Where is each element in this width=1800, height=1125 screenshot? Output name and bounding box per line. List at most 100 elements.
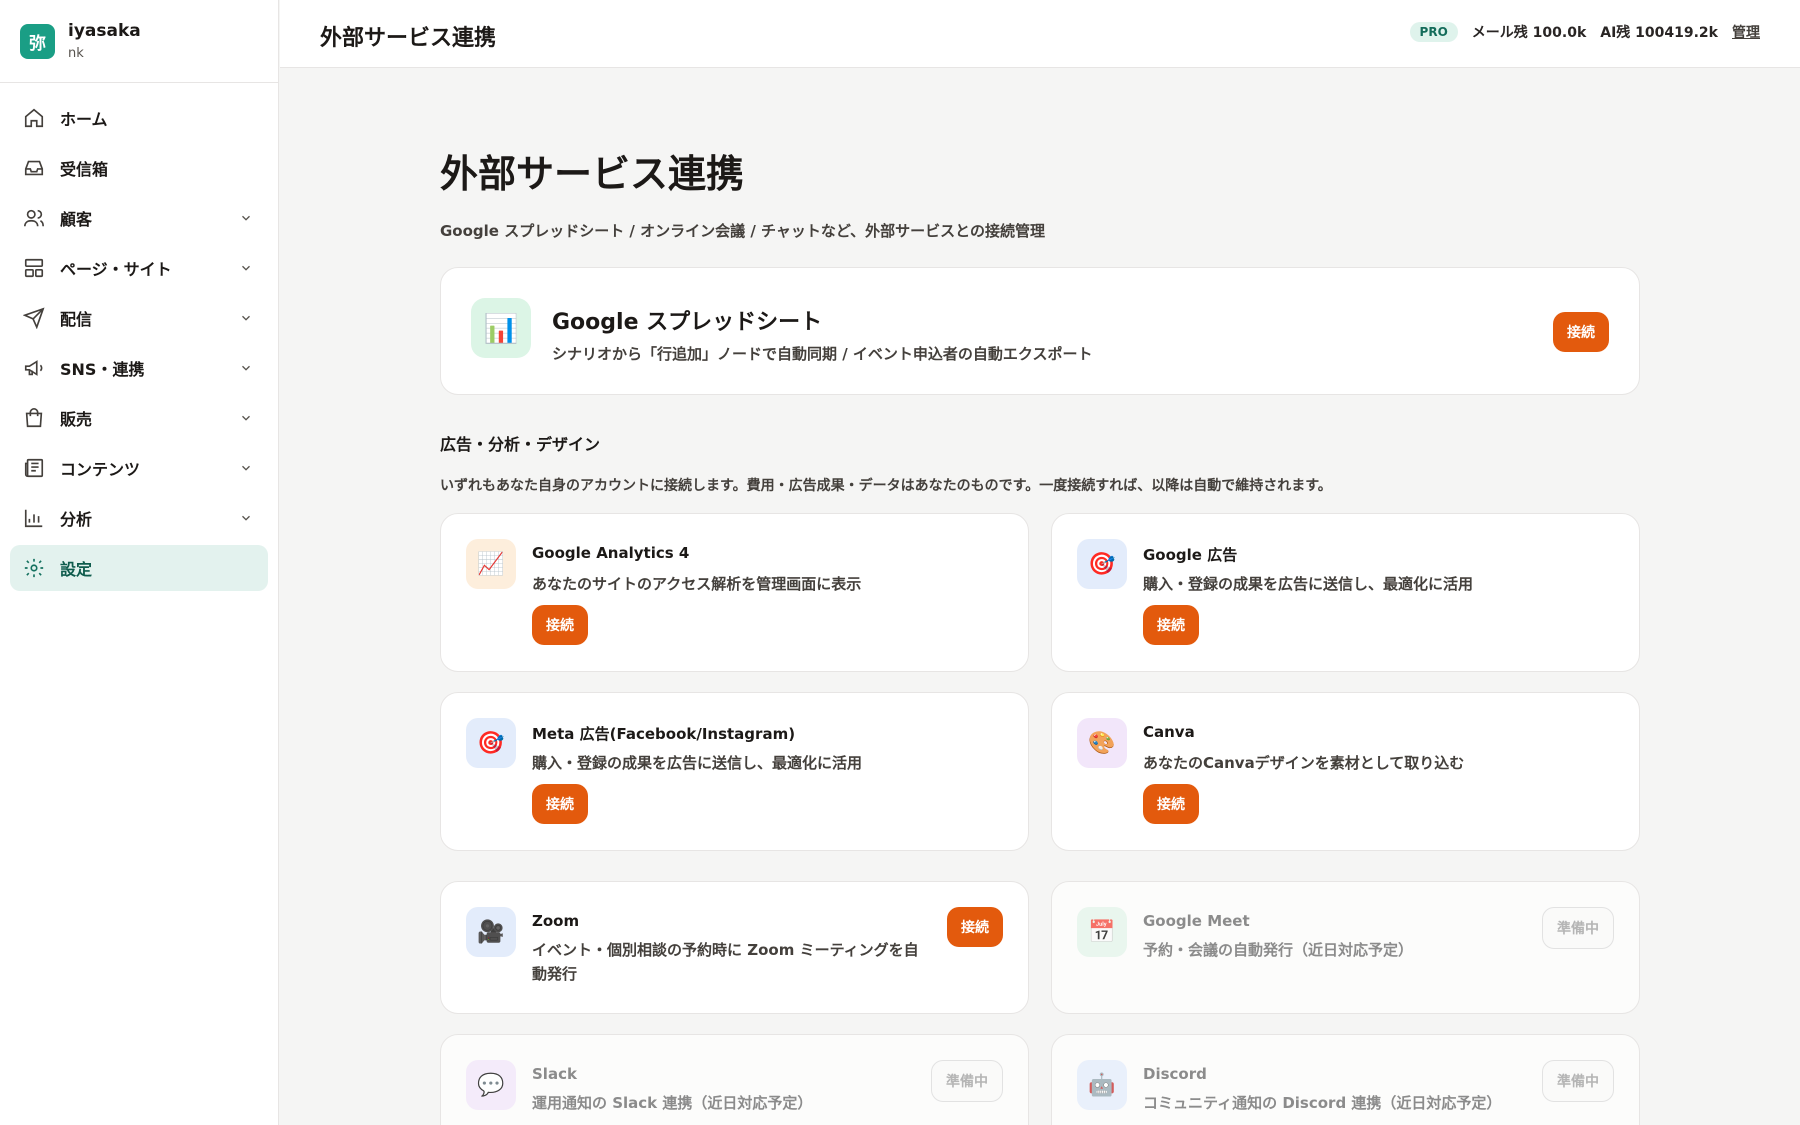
chevron-down-icon[interactable] bbox=[236, 458, 256, 478]
card-title: Google Meet bbox=[1143, 912, 1250, 930]
sidebar-item-customers[interactable]: 顧客 bbox=[10, 195, 268, 241]
service-card-discord: 🤖 Discord コミュニティ通知の Discord 連携（近日対応予定） 準… bbox=[1051, 1034, 1640, 1125]
sidebar-item-pages[interactable]: ページ・サイト bbox=[10, 245, 268, 291]
card-description: コミュニティ通知の Discord 連携（近日対応予定） bbox=[1143, 1094, 1502, 1112]
card-title: Google スプレッドシート bbox=[552, 310, 823, 335]
connect-button[interactable]: 接続 bbox=[532, 605, 588, 645]
card-description: あなたのCanvaデザインを素材として取り込む bbox=[1143, 754, 1465, 772]
users-icon bbox=[23, 207, 45, 229]
page-description: Google スプレッドシート / オンライン会議 / チャットなど、外部サービ… bbox=[440, 222, 1045, 240]
spreadsheet-icon: 📊 bbox=[471, 298, 531, 358]
workspace-name: iyasaka bbox=[68, 20, 141, 41]
service-card-slack: 💬 Slack 運用通知の Slack 連携（近日対応予定） 準備中 bbox=[440, 1034, 1029, 1125]
card-title: Google 広告 bbox=[1143, 546, 1238, 564]
card-description: シナリオから「行追加」ノードで自動同期 / イベント申込者の自動エクスポート bbox=[552, 345, 1093, 363]
card-title: Meta 広告(Facebook/Instagram) bbox=[532, 725, 796, 743]
service-card-ga4: 📈 Google Analytics 4 あなたのサイトのアクセス解析を管理画面… bbox=[440, 513, 1029, 672]
plan-badge: PRO bbox=[1409, 22, 1458, 42]
top-bar: 外部サービス連携 PRO メール残 100.0k AI残 100419.2k 管… bbox=[280, 0, 1800, 68]
service-card-zoom: 🎥 Zoom イベント・個別相談の予約時に Zoom ミーティングを自動発行 接… bbox=[440, 881, 1029, 1014]
connect-button[interactable]: 接続 bbox=[1553, 312, 1609, 352]
card-title: Google Analytics 4 bbox=[532, 544, 690, 562]
sidebar-item-label: 顧客 bbox=[60, 210, 93, 229]
chevron-down-icon[interactable] bbox=[236, 308, 256, 328]
video-camera-icon: 🎥 bbox=[466, 907, 516, 957]
megaphone-icon bbox=[23, 357, 45, 379]
ai-remaining: AI残 100419.2k bbox=[1600, 25, 1718, 41]
target-icon: 🎯 bbox=[1077, 539, 1127, 589]
sidebar-item-label: 配信 bbox=[60, 310, 93, 329]
sidebar-item-contents[interactable]: コンテンツ bbox=[10, 445, 268, 491]
sidebar-item-label: 設定 bbox=[60, 560, 93, 579]
sidebar-item-label: SNS・連携 bbox=[60, 360, 145, 379]
chevron-down-icon[interactable] bbox=[236, 408, 256, 428]
card-description: イベント・個別相談の予約時に Zoom ミーティングを自動発行 bbox=[532, 941, 919, 983]
sidebar-item-home[interactable]: ホーム bbox=[10, 95, 268, 141]
page-title: 外部サービス連携 bbox=[440, 152, 745, 196]
chevron-down-icon[interactable] bbox=[236, 508, 256, 528]
sidebar-item-label: 受信箱 bbox=[60, 160, 109, 179]
sidebar-item-label: 販売 bbox=[60, 410, 93, 429]
sidebar-item-delivery[interactable]: 配信 bbox=[10, 295, 268, 341]
card-description: 運用通知の Slack 連携（近日対応予定） bbox=[532, 1094, 813, 1112]
service-card-meta-ads: 🎯 Meta 広告(Facebook/Instagram) 購入・登録の成果を広… bbox=[440, 692, 1029, 851]
gear-icon bbox=[23, 557, 45, 579]
robot-icon: 🤖 bbox=[1077, 1060, 1127, 1110]
card-description: 購入・登録の成果を広告に送信し、最適化に活用 bbox=[532, 754, 863, 772]
card-title: Canva bbox=[1143, 723, 1195, 741]
chevron-down-icon[interactable] bbox=[236, 258, 256, 278]
main-content: 外部サービス連携 Google スプレッドシート / オンライン会議 / チャッ… bbox=[440, 68, 1640, 1125]
palette-icon: 🎨 bbox=[1077, 718, 1127, 768]
home-icon bbox=[23, 107, 45, 129]
service-card-google-meet: 📅 Google Meet 予約・会議の自動発行（近日対応予定） 準備中 bbox=[1051, 881, 1640, 1014]
connect-button[interactable]: 接続 bbox=[532, 784, 588, 824]
chart-trend-icon: 📈 bbox=[466, 539, 516, 589]
newspaper-icon bbox=[23, 457, 45, 479]
chevron-down-icon[interactable] bbox=[236, 358, 256, 378]
card-description: 予約・会議の自動発行（近日対応予定） bbox=[1143, 941, 1414, 959]
other-service-grid: 🎥 Zoom イベント・個別相談の予約時に Zoom ミーティングを自動発行 接… bbox=[440, 881, 1640, 1125]
service-card-google-ads: 🎯 Google 広告 購入・登録の成果を広告に送信し、最適化に活用 接続 bbox=[1051, 513, 1640, 672]
header-title: 外部サービス連携 bbox=[320, 26, 497, 51]
connect-button[interactable]: 接続 bbox=[1143, 605, 1199, 645]
mail-remaining: メール残 100.0k bbox=[1471, 25, 1587, 41]
connect-button[interactable]: 接続 bbox=[947, 907, 1003, 947]
chevron-down-icon[interactable] bbox=[236, 208, 256, 228]
sidebar-item-analytics[interactable]: 分析 bbox=[10, 495, 268, 541]
sidebar-item-inbox[interactable]: 受信箱 bbox=[10, 145, 268, 191]
sidebar-item-label: ホーム bbox=[60, 110, 108, 129]
card-title: Discord bbox=[1143, 1065, 1207, 1083]
google-sheets-card: 📊 Google スプレッドシート シナリオから「行追加」ノードで自動同期 / … bbox=[440, 267, 1640, 395]
sidebar-item-label: コンテンツ bbox=[60, 460, 141, 479]
section-description: いずれもあなた自身のアカウントに接続します。費用・広告成果・データはあなたのもの… bbox=[440, 478, 1332, 494]
connect-button[interactable]: 接続 bbox=[1143, 784, 1199, 824]
shopping-bag-icon bbox=[23, 407, 45, 429]
pending-button: 準備中 bbox=[1542, 1060, 1614, 1102]
card-description: 購入・登録の成果を広告に送信し、最適化に活用 bbox=[1143, 575, 1474, 593]
manage-link[interactable]: 管理 bbox=[1732, 22, 1760, 42]
sidebar-item-sales[interactable]: 販売 bbox=[10, 395, 268, 441]
card-description: あなたのサイトのアクセス解析を管理画面に表示 bbox=[532, 575, 862, 593]
sidebar-nav: ホーム 受信箱 顧客 ページ・サイト 配信 SNS・連携 販売 コンテンツ 分析… bbox=[0, 83, 278, 607]
section-title: 広告・分析・デザイン bbox=[440, 435, 601, 454]
sidebar-item-sns[interactable]: SNS・連携 bbox=[10, 345, 268, 391]
pending-button: 準備中 bbox=[931, 1060, 1003, 1102]
target-icon: 🎯 bbox=[466, 718, 516, 768]
card-title: Slack bbox=[532, 1065, 577, 1083]
layout-icon bbox=[23, 257, 45, 279]
workspace-avatar: 弥 bbox=[20, 23, 55, 59]
sidebar-item-settings[interactable]: 設定 bbox=[10, 545, 268, 591]
calendar-icon: 📅 bbox=[1077, 907, 1127, 957]
card-title: Zoom bbox=[532, 912, 580, 930]
pending-button: 準備中 bbox=[1542, 907, 1614, 949]
ads-service-grid: 📈 Google Analytics 4 あなたのサイトのアクセス解析を管理画面… bbox=[440, 513, 1640, 851]
bar-chart-icon bbox=[23, 507, 45, 529]
workspace-switcher[interactable]: 弥 iyasaka nk bbox=[0, 0, 278, 83]
send-icon bbox=[23, 307, 45, 329]
sidebar-item-label: 分析 bbox=[60, 510, 93, 529]
sidebar-item-label: ページ・サイト bbox=[60, 260, 172, 279]
sidebar: 弥 iyasaka nk ホーム 受信箱 顧客 ページ・サイト 配信 SNS・連… bbox=[0, 0, 279, 1125]
inbox-icon bbox=[23, 157, 45, 179]
service-card-canva: 🎨 Canva あなたのCanvaデザインを素材として取り込む 接続 bbox=[1051, 692, 1640, 851]
workspace-user: nk bbox=[68, 45, 84, 61]
